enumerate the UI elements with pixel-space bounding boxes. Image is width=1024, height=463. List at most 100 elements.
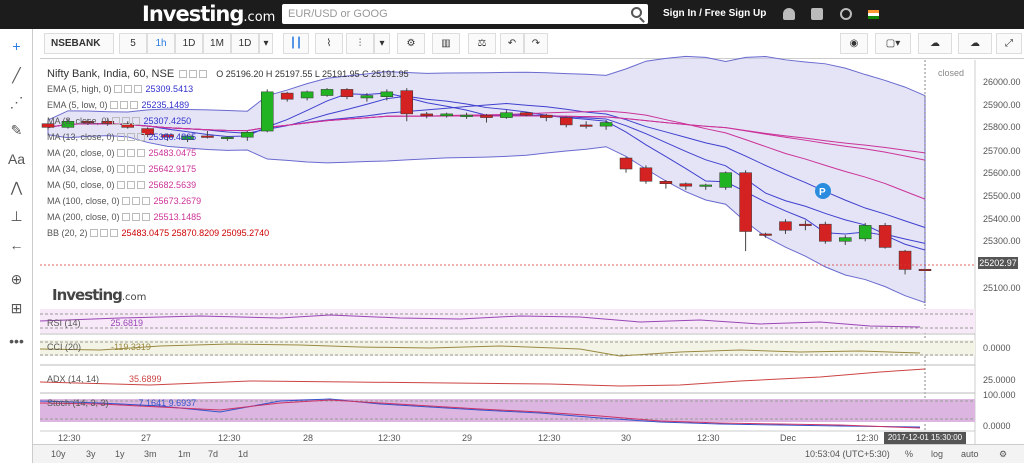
chart-title-row: Nifty Bank, India, 60, NSE O 25196.20 H …: [47, 68, 409, 80]
candle-body: [241, 132, 254, 138]
candle-body: [540, 114, 553, 118]
candle-body: [839, 237, 852, 242]
gear-icon[interactable]: [126, 149, 135, 157]
legend-value: 25483.0475: [148, 148, 197, 158]
gear-icon[interactable]: [126, 133, 135, 141]
legend-label: MA (100, close, 0): [47, 196, 120, 206]
eye-icon[interactable]: [121, 213, 130, 221]
candle-body: [420, 113, 433, 117]
legend-value: 25307.4250: [143, 116, 192, 126]
price-tick: 25800.00: [983, 122, 1021, 132]
rsi-label: RSI (14) 25.6819: [47, 318, 144, 328]
time-tick: 12:30: [58, 433, 81, 443]
gear-icon[interactable]: [131, 197, 140, 205]
price-tick: 25700.00: [983, 146, 1021, 156]
candle-body: [679, 183, 693, 187]
range-7d[interactable]: 7d: [208, 449, 218, 459]
legend-label: BB (20, 2): [47, 228, 88, 238]
cci-axis-tick: 0.0000: [983, 343, 1011, 353]
gear-icon[interactable]: [121, 117, 130, 125]
eye-icon[interactable]: [121, 197, 130, 205]
gear-icon[interactable]: [126, 165, 135, 173]
bottom-bar: 10y 3y 1y 3m 1m 7d 1d 10:53:04 (UTC+5:30…: [33, 444, 1024, 463]
legend-label: EMA (5, high, 0): [47, 84, 112, 94]
price-tick: 25500.00: [983, 191, 1021, 201]
range-3y[interactable]: 3y: [86, 449, 96, 459]
candle-body: [360, 95, 374, 99]
candle-body: [659, 181, 673, 184]
legend-row: MA (34, close, 0) 25642.9175: [47, 164, 196, 174]
legend-label: MA (200, close, 0): [47, 212, 120, 222]
close-icon[interactable]: [131, 117, 140, 125]
price-tick: 25900.00: [983, 100, 1021, 110]
close-icon[interactable]: [199, 70, 208, 78]
eye-icon[interactable]: [116, 181, 125, 189]
legend-label: MA (8, close, 0): [47, 116, 110, 126]
percent-toggle[interactable]: %: [905, 449, 913, 459]
candle-body: [261, 91, 274, 132]
candle-body: [320, 89, 334, 96]
close-icon[interactable]: [133, 85, 142, 93]
time-tick: 30: [621, 433, 632, 443]
auto-toggle[interactable]: auto: [961, 449, 979, 459]
eye-icon[interactable]: [89, 229, 98, 237]
gear-icon[interactable]: [126, 181, 135, 189]
legend-row: MA (20, close, 0) 25483.0475: [47, 148, 196, 158]
gear-icon[interactable]: ⚙: [999, 449, 1007, 460]
time-tick: 29: [462, 433, 473, 443]
chart-title: Nifty Bank, India, 60, NSE: [47, 68, 175, 80]
close-icon[interactable]: [141, 213, 150, 221]
close-icon[interactable]: [129, 101, 138, 109]
candle-body: [559, 117, 573, 126]
range-1d[interactable]: 1d: [238, 449, 248, 459]
range-3m[interactable]: 3m: [144, 449, 157, 459]
eye-icon[interactable]: [116, 149, 125, 157]
legend-row: EMA (5, low, 0) 25235.1489: [47, 100, 189, 110]
legend-label: MA (34, close, 0): [47, 164, 115, 174]
candle-body: [520, 112, 533, 116]
close-icon[interactable]: [136, 181, 145, 189]
eye-icon[interactable]: [113, 85, 122, 93]
gear-icon[interactable]: [189, 70, 198, 78]
candle-body: [858, 225, 872, 240]
stoch-axis-tick-high: 100.000: [983, 390, 1016, 400]
eye-icon[interactable]: [179, 70, 188, 78]
close-icon[interactable]: [136, 133, 145, 141]
legend-label: MA (13, close, 0): [47, 132, 115, 142]
candle-body: [639, 167, 653, 182]
legend-label: MA (20, close, 0): [47, 148, 115, 158]
gear-icon[interactable]: [123, 85, 132, 93]
close-icon[interactable]: [141, 197, 150, 205]
legend-value: 25483.0475 25870.8209 25095.2740: [121, 228, 270, 238]
price-tick: 25100.00: [983, 283, 1021, 293]
eye-icon[interactable]: [116, 165, 125, 173]
gear-icon[interactable]: [131, 213, 140, 221]
legend-row: MA (8, close, 0) 25307.4250: [47, 116, 191, 126]
candle-body: [819, 223, 832, 242]
close-icon[interactable]: [109, 229, 118, 237]
close-icon[interactable]: [136, 165, 145, 173]
eye-icon[interactable]: [109, 101, 118, 109]
range-10y[interactable]: 10y: [51, 449, 66, 459]
time-tick: 27: [141, 433, 152, 443]
p-marker-letter: P: [819, 187, 826, 198]
close-icon[interactable]: [136, 149, 145, 157]
eye-icon[interactable]: [111, 117, 120, 125]
legend-row: MA (200, close, 0) 25513.1485: [47, 212, 201, 222]
time-tick: 12:30: [538, 433, 561, 443]
gear-icon[interactable]: [119, 101, 128, 109]
candle-body: [340, 89, 354, 98]
range-1m[interactable]: 1m: [178, 449, 191, 459]
time-tick: 12:30: [218, 433, 241, 443]
log-toggle[interactable]: log: [931, 449, 943, 459]
candle-body: [201, 135, 214, 138]
candle-body: [878, 225, 892, 248]
time-tick: 12:30: [378, 433, 401, 443]
candle-body: [619, 157, 633, 170]
time-tick: Dec: [780, 433, 797, 443]
gear-icon[interactable]: [99, 229, 108, 237]
eye-icon[interactable]: [116, 133, 125, 141]
adx-axis-tick: 25.0000: [983, 375, 1016, 385]
candle-body: [500, 112, 513, 118]
range-1y[interactable]: 1y: [115, 449, 125, 459]
